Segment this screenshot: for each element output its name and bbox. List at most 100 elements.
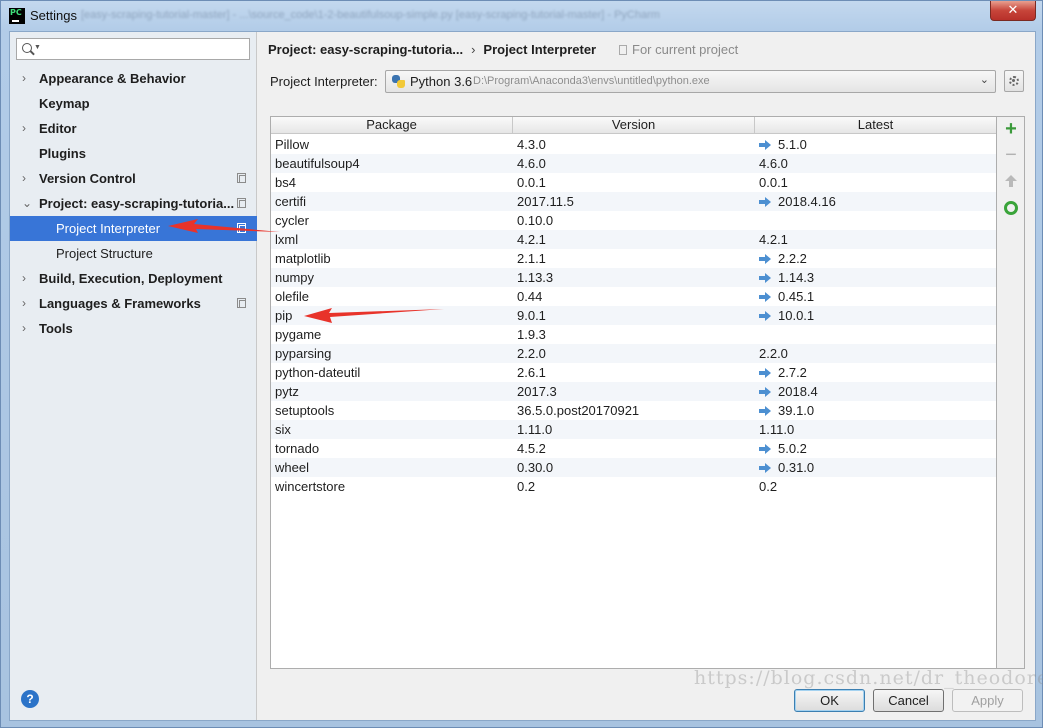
table-row[interactable]: cycler 0.10.0 <box>271 211 996 230</box>
version-cell-text: 2.2.0 <box>517 346 546 361</box>
column-header-version[interactable]: Version <box>513 117 755 134</box>
interpreter-settings-button[interactable] <box>1004 70 1024 92</box>
latest-version-cell-text: 0.31.0 <box>778 460 815 475</box>
package-name-cell-text: tornado <box>275 441 320 456</box>
title-bar: PC Settings [easy-scraping-tutorial-mast… <box>1 1 1042 31</box>
version-cell-text: 1.13.3 <box>517 270 554 285</box>
chevron-right-icon[interactable]: › <box>22 291 26 316</box>
version-cell-text: 4.5.2 <box>517 441 546 456</box>
sidebar-item-project-easy-scraping-tutoria[interactable]: ⌄ Project: easy-scraping-tutoria... <box>10 191 257 216</box>
table-row[interactable]: matplotlib 2.1.1 2.2.2 <box>271 249 996 268</box>
chevron-right-icon[interactable]: › <box>22 116 26 141</box>
latest-version-cell: 10.0.1 <box>759 306 814 325</box>
package-name-cell: wheel <box>275 458 309 477</box>
version-cell: 0.30.0 <box>517 458 553 477</box>
column-header-package[interactable]: Package <box>271 117 513 134</box>
interpreter-select[interactable]: Python 3.6 D:\Program\Anaconda3\envs\unt… <box>385 70 996 93</box>
chevron-right-icon[interactable]: › <box>22 66 26 91</box>
version-cell-text: 0.2 <box>517 479 536 494</box>
version-cell: 2017.3 <box>517 382 557 401</box>
latest-version-cell: 0.2 <box>759 477 777 496</box>
version-cell-text: 4.3.0 <box>517 137 546 152</box>
breadcrumb-project: Project: easy-scraping-tutoria... <box>268 42 464 57</box>
sidebar-item-languages-frameworks[interactable]: › Languages & Frameworks <box>10 291 257 316</box>
table-row[interactable]: pygame 1.9.3 <box>271 325 996 344</box>
version-cell-text: 2.1.1 <box>517 251 546 266</box>
interpreter-label: Project Interpreter: <box>270 74 378 89</box>
chevron-right-icon[interactable]: › <box>22 166 26 191</box>
latest-version-cell-text: 0.2 <box>759 479 778 494</box>
sidebar-item-editor[interactable]: › Editor <box>10 116 257 141</box>
close-button[interactable]: ✕ <box>990 1 1036 21</box>
sidebar-item-version-control[interactable]: › Version Control <box>10 166 257 191</box>
version-cell: 2.6.1 <box>517 363 546 382</box>
upgrade-available-icon <box>759 292 771 302</box>
project-scope-icon <box>237 298 246 308</box>
search-options-chevron-icon[interactable]: ▼ <box>34 44 41 51</box>
latest-version-cell: 1.14.3 <box>759 268 814 287</box>
annotation-arrow-icon <box>304 308 444 323</box>
table-row[interactable]: six 1.11.0 1.11.0 <box>271 420 996 439</box>
table-row[interactable]: certifi 2017.11.5 2018.4.16 <box>271 192 996 211</box>
latest-version-cell: 0.0.1 <box>759 173 788 192</box>
sidebar-item-build-execution-deployment[interactable]: › Build, Execution, Deployment <box>10 266 257 291</box>
latest-version-cell: 4.6.0 <box>759 154 788 173</box>
sidebar-item-keymap[interactable]: Keymap <box>10 91 257 116</box>
install-package-button[interactable]: + <box>1002 119 1020 139</box>
latest-version-cell: 2.2.2 <box>759 249 807 268</box>
show-early-releases-button[interactable] <box>1002 199 1020 217</box>
latest-version-cell: 5.0.2 <box>759 439 807 458</box>
package-name-cell-text: matplotlib <box>275 251 331 266</box>
table-row[interactable]: lxml 4.2.1 4.2.1 <box>271 230 996 249</box>
watermark: https://blog.csdn.net/dr_theodore <box>694 667 1043 689</box>
ok-button[interactable]: OK <box>794 689 865 712</box>
scope-label: For current project <box>632 42 739 57</box>
package-name-cell-text: setuptools <box>275 403 335 418</box>
package-name-cell: certifi <box>275 192 306 211</box>
table-row[interactable]: wincertstore 0.2 0.2 <box>271 477 996 496</box>
sidebar-item-project-structure[interactable]: Project Structure <box>10 241 257 266</box>
breadcrumb-page: Project Interpreter <box>483 42 597 57</box>
version-cell: 4.3.0 <box>517 135 546 154</box>
sidebar-item-label: Appearance & Behavior <box>39 71 186 86</box>
sidebar-item-appearance-behavior[interactable]: › Appearance & Behavior <box>10 66 257 91</box>
version-cell: 1.13.3 <box>517 268 553 287</box>
sidebar-item-tools[interactable]: › Tools <box>10 316 257 341</box>
cancel-button[interactable]: Cancel <box>873 689 944 712</box>
table-row[interactable]: tornado 4.5.2 5.0.2 <box>271 439 996 458</box>
settings-content: Project: easy-scraping-tutoria... › Projec… <box>168 32 1035 720</box>
apply-button[interactable]: Apply <box>952 689 1023 712</box>
sidebar-item-plugins[interactable]: Plugins <box>10 141 257 166</box>
table-row[interactable]: pyparsing 2.2.0 2.2.0 <box>271 344 996 363</box>
breadcrumb-separator: › <box>471 42 476 57</box>
chevron-right-icon[interactable]: › <box>22 316 26 341</box>
chevron-down-icon[interactable]: ⌄ <box>22 191 32 216</box>
chevron-right-icon[interactable]: › <box>22 266 26 291</box>
table-row[interactable]: pytz 2017.3 2018.4 <box>271 382 996 401</box>
package-name-cell: six <box>275 420 291 439</box>
latest-version-cell: 0.31.0 <box>759 458 814 477</box>
table-row[interactable]: numpy 1.13.3 1.14.3 <box>271 268 996 287</box>
table-row[interactable]: python-dateutil 2.6.1 2.7.2 <box>271 363 996 382</box>
uninstall-package-button[interactable]: − <box>1002 145 1020 165</box>
table-row[interactable]: wheel 0.30.0 0.31.0 <box>271 458 996 477</box>
version-cell-text: 2017.11.5 <box>517 194 574 209</box>
latest-version-cell-text: 5.0.2 <box>778 441 807 456</box>
column-header-latest[interactable]: Latest <box>755 117 996 134</box>
package-name-cell: bs4 <box>275 173 296 192</box>
package-name-cell-text: wincertstore <box>275 479 346 494</box>
table-row[interactable]: setuptools 36.5.0.post20170921 39.1.0 <box>271 401 996 420</box>
version-cell: 0.0.1 <box>517 173 546 192</box>
table-row[interactable]: beautifulsoup4 4.6.0 4.6.0 <box>271 154 996 173</box>
table-row[interactable]: bs4 0.0.1 0.0.1 <box>271 173 996 192</box>
pycharm-app-icon: PC <box>9 8 25 24</box>
version-cell-text: 0.10.0 <box>517 213 554 228</box>
latest-version-cell: 39.1.0 <box>759 401 814 420</box>
table-row[interactable]: Pillow 4.3.0 5.1.0 <box>271 135 996 154</box>
help-button[interactable]: ? <box>21 690 39 708</box>
upgrade-package-button[interactable] <box>1002 173 1020 191</box>
latest-version-cell: 2.2.0 <box>759 344 788 363</box>
settings-search-input[interactable]: ▼ <box>16 38 250 60</box>
packages-table: Package Version Latest Pillow 4.3.0 5.1.0 b… <box>270 116 997 669</box>
package-name-cell: tornado <box>275 439 319 458</box>
